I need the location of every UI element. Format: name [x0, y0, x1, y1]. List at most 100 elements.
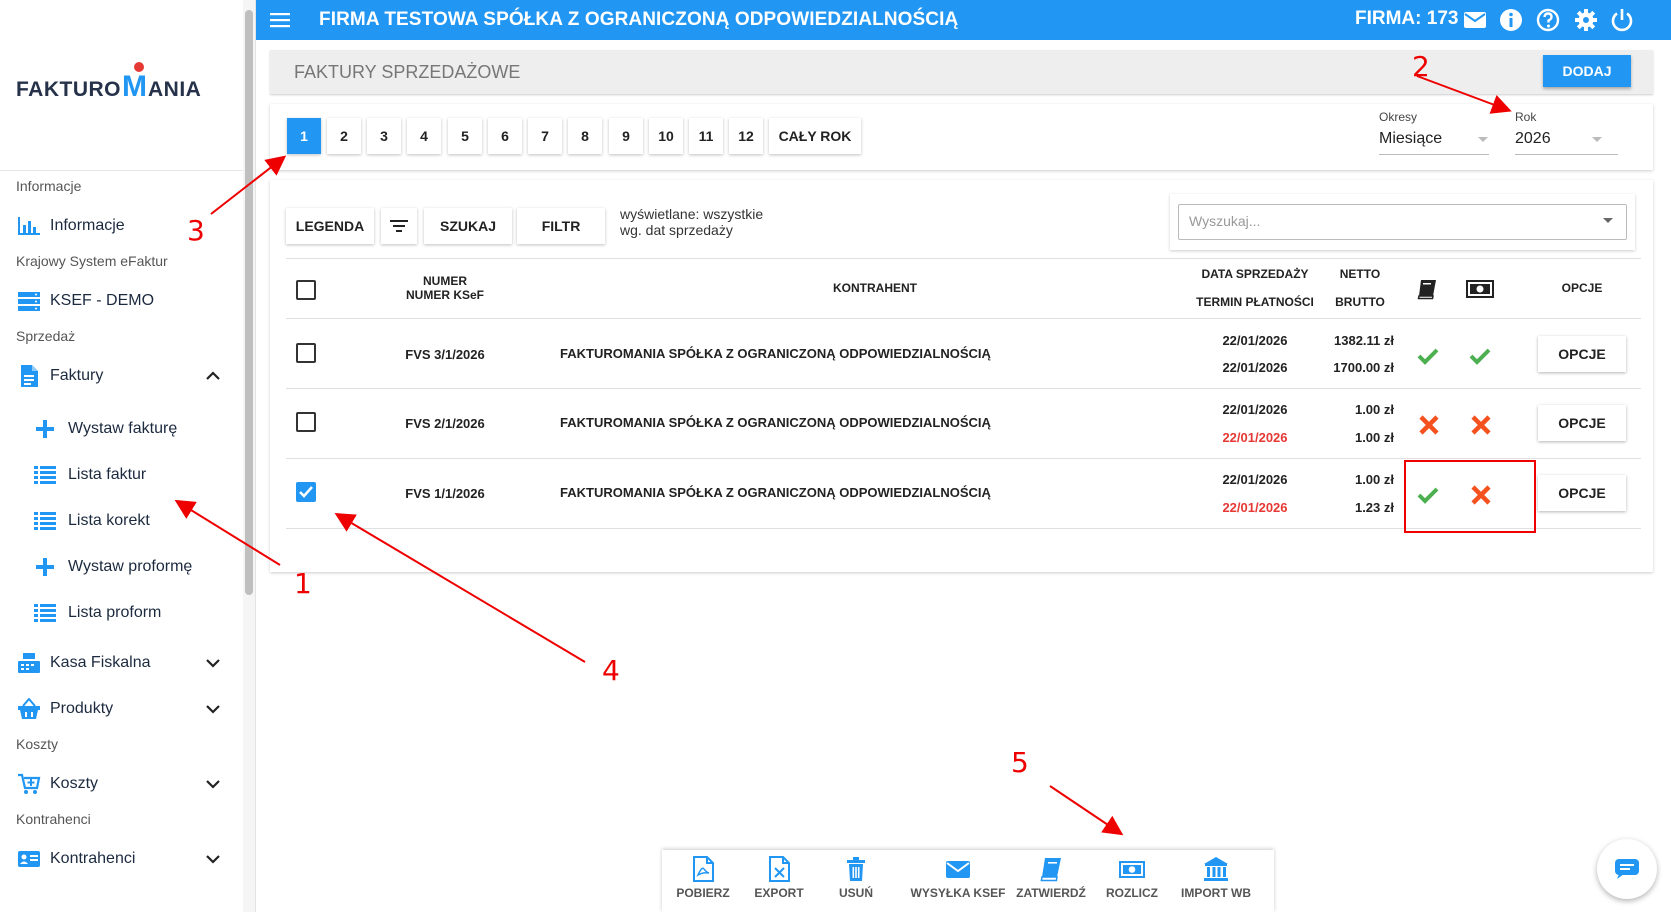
envelope-icon[interactable]	[1463, 8, 1487, 32]
delete-button[interactable]: USUŃ	[825, 856, 887, 906]
sale-date: 22/01/2026	[1222, 333, 1288, 348]
chevron-up-icon[interactable]	[205, 368, 221, 384]
page-title: FAKTURY SPRZEDAŻOWE	[294, 62, 521, 82]
approve-label: ZATWIERDŹ	[1016, 886, 1086, 900]
export-button[interactable]: EXPORT	[748, 856, 810, 906]
month-button-1[interactable]: 1	[287, 118, 321, 154]
search-button[interactable]: SZUKAJ	[424, 208, 512, 244]
gear-icon[interactable]	[1574, 8, 1598, 32]
sidebar-item-lista-proform[interactable]: Lista proform	[34, 598, 161, 628]
chevron-down-icon[interactable]	[205, 701, 221, 717]
rok-select[interactable]: 2026	[1515, 130, 1551, 148]
display-info-line1: wyświetlane: wszystkie	[620, 206, 764, 222]
month-button-5[interactable]: 5	[448, 118, 482, 154]
row-checkbox-checked[interactable]	[296, 482, 316, 502]
plus-icon	[34, 418, 56, 440]
add-button[interactable]: DODAJ	[1543, 55, 1631, 87]
pobierz-label: POBIERZ	[676, 886, 730, 900]
sidebar-item-ksef[interactable]: KSEF - DEMO	[16, 286, 154, 316]
sidebar-item-koszty[interactable]: Koszty	[16, 769, 98, 799]
sidebar-item-lista-faktur[interactable]: Lista faktur	[34, 460, 146, 490]
import-wb-button[interactable]: IMPORT WB	[1174, 856, 1258, 906]
chevron-down-icon[interactable]	[205, 851, 221, 867]
info-icon[interactable]	[1499, 8, 1523, 32]
table-divider	[286, 258, 1641, 259]
select-all-checkbox[interactable]	[296, 280, 316, 300]
approve-button[interactable]: ZATWIERDŹ	[1013, 856, 1089, 906]
settle-label: ROZLICZ	[1106, 886, 1158, 900]
sidebar-item-wystaw-fakture[interactable]: Wystaw fakturę	[34, 414, 177, 444]
month-button-6[interactable]: 6	[488, 118, 522, 154]
cross-icon	[1419, 415, 1439, 435]
annotation-highlight-box	[1404, 460, 1536, 533]
menu-icon[interactable]	[270, 11, 290, 29]
sidebar-item-kasa-fiskalna[interactable]: Kasa Fiskalna	[16, 648, 151, 678]
pobierz-button[interactable]: POBIERZ	[672, 856, 734, 906]
list-icon	[34, 464, 56, 486]
row-options-button[interactable]: OPCJE	[1538, 475, 1626, 511]
month-button-8[interactable]: 8	[568, 118, 602, 154]
row-options-button[interactable]: OPCJE	[1538, 336, 1626, 372]
sidebar-scrollbar-thumb[interactable]	[245, 10, 253, 595]
rok-caret-icon[interactable]	[1592, 137, 1602, 142]
server-icon	[16, 290, 42, 312]
book-icon	[1040, 858, 1061, 882]
month-button-7[interactable]: 7	[528, 118, 562, 154]
sidebar-item-informacje[interactable]: Informacje	[16, 211, 125, 241]
search-caret-icon[interactable]	[1603, 218, 1613, 223]
invoice-number: FVS 1/1/2026	[405, 486, 485, 501]
sidebar-item-kontrahenci[interactable]: Kontrahenci	[16, 844, 135, 874]
cash-register-icon	[16, 652, 42, 674]
header-kontrahent: KONTRAHENT	[833, 281, 917, 295]
power-icon[interactable]	[1610, 8, 1634, 32]
month-button-12[interactable]: 12	[729, 118, 763, 154]
chat-fab[interactable]	[1597, 839, 1657, 899]
filter-button[interactable]: FILTR	[517, 208, 605, 244]
filter-sort-button[interactable]	[381, 208, 417, 244]
legenda-button[interactable]: LEGENDA	[286, 208, 374, 244]
excel-icon	[769, 856, 790, 882]
fakturomania-logo[interactable]: FAKTURO M ANIA	[16, 62, 201, 102]
sidebar-item-wystaw-proforme[interactable]: Wystaw proformę	[34, 552, 192, 582]
settle-button[interactable]: ROZLICZ	[1100, 856, 1164, 906]
sidebar-item-faktury[interactable]: Faktury	[16, 361, 103, 391]
bar-chart-icon	[16, 215, 42, 237]
help-icon[interactable]	[1536, 8, 1560, 32]
chevron-down-icon[interactable]	[205, 655, 221, 671]
sidebar-item-produkty[interactable]: Produkty	[16, 694, 113, 724]
gross-amount: 1.23 zł	[1354, 500, 1394, 515]
month-button-2[interactable]: 2	[327, 118, 361, 154]
header-termin-platnosci: TERMIN PŁATNOŚCI	[1196, 295, 1314, 309]
cart-plus-icon	[16, 773, 42, 795]
whole-year-button[interactable]: CAŁY ROK	[769, 118, 861, 154]
search-input[interactable]: Wyszukaj...	[1178, 204, 1627, 240]
sidebar-item-lista-korekt[interactable]: Lista korekt	[34, 506, 150, 536]
row-checkbox[interactable]	[296, 343, 316, 363]
table-divider	[286, 458, 1641, 459]
okresy-select[interactable]: Miesiące	[1379, 130, 1442, 148]
ksef-send-button[interactable]: WYSYŁKA KSEF	[903, 856, 1013, 906]
trash-icon	[847, 857, 865, 881]
month-button-3[interactable]: 3	[367, 118, 401, 154]
money-icon	[1466, 280, 1494, 298]
annotation-arrow-5	[1049, 785, 1124, 836]
month-button-11[interactable]: 11	[689, 118, 723, 154]
sidebar-item-label: Wystaw proformę	[68, 558, 193, 575]
chevron-down-icon[interactable]	[205, 776, 221, 792]
top-bar: FIRMA TESTOWA SPÓŁKA Z OGRANICZONĄ ODPOW…	[256, 0, 1671, 40]
header-netto: NETTO	[1339, 267, 1381, 281]
sidebar-item-label: Lista faktur	[68, 466, 147, 483]
checkmark-icon	[299, 486, 313, 498]
month-button-9[interactable]: 9	[609, 118, 643, 154]
row-checkbox[interactable]	[296, 412, 316, 432]
cross-icon	[1471, 415, 1491, 435]
month-button-4[interactable]: 4	[407, 118, 441, 154]
row-options-button[interactable]: OPCJE	[1538, 405, 1626, 441]
annotation-number-1: 1	[294, 567, 312, 600]
basket-icon	[16, 698, 42, 720]
okresy-caret-icon[interactable]	[1478, 137, 1488, 142]
month-button-10[interactable]: 10	[649, 118, 683, 154]
section-label-koszty: Koszty	[16, 736, 59, 752]
sidebar-item-label: Kontrahenci	[50, 850, 136, 867]
sale-date: 22/01/2026	[1222, 472, 1288, 487]
